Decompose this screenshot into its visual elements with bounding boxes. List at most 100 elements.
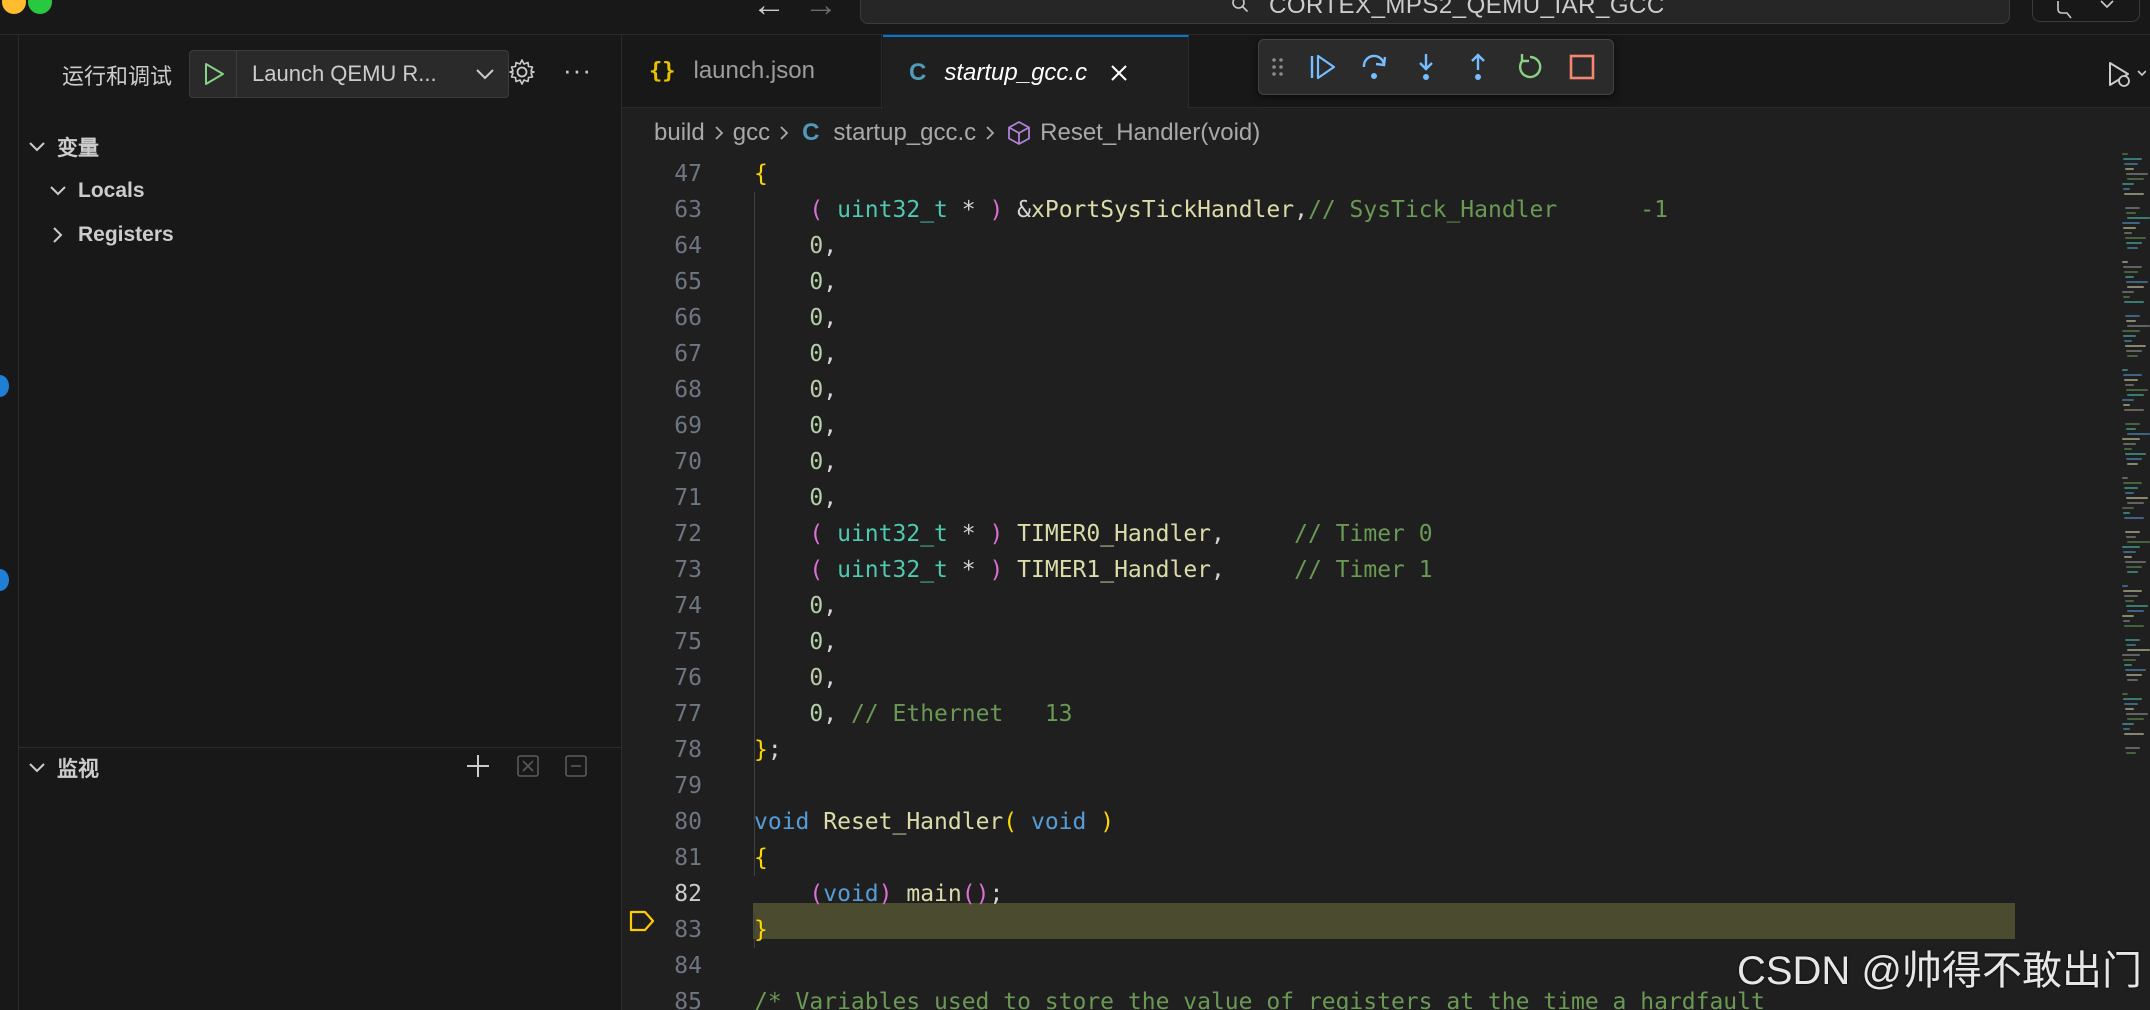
code-line[interactable]: 77 0, // Ethernet 13 [622, 696, 2122, 732]
add-expression-icon[interactable] [465, 753, 491, 779]
run-debug-action-icon[interactable] [2106, 57, 2146, 91]
line-text: 0, [754, 300, 837, 336]
chat-button[interactable] [2032, 0, 2140, 22]
code-line[interactable]: 72 ( uint32_t * ) TIMER0_Handler, // Tim… [622, 516, 2122, 552]
refresh-disabled-icon[interactable] [515, 753, 541, 779]
code-line[interactable]: 75 0, [622, 624, 2122, 660]
code-line[interactable]: 73 ( uint32_t * ) TIMER1_Handler, // Tim… [622, 552, 2122, 588]
code-line[interactable]: 82 (void) main(); [622, 876, 2122, 912]
code-token: * [947, 557, 990, 583]
code-line[interactable]: 65 0, [622, 264, 2122, 300]
code-token: , [823, 233, 838, 259]
code-line[interactable]: 78}; [622, 732, 2122, 768]
gear-icon[interactable] [507, 57, 537, 87]
minimap-line [2125, 708, 2134, 710]
breadcrumb-folder[interactable]: gcc [733, 119, 770, 147]
command-center-search[interactable]: CORTEX_MPS2_QEMU_IAR_GCC [860, 0, 2010, 24]
minimize-window-button[interactable] [2, 0, 26, 14]
minimap-line [2122, 369, 2128, 371]
line-number: 75 [674, 629, 702, 655]
close-icon[interactable] [1109, 63, 1129, 83]
minimap-line [2122, 477, 2128, 479]
code-line[interactable]: 64 0, [622, 228, 2122, 264]
minimap-line [2126, 566, 2142, 568]
forward-arrow-icon[interactable]: → [804, 0, 838, 22]
code-editor[interactable]: 47 {63 ( uint32_t * ) &xPortSysTickHandle… [622, 156, 2150, 1010]
activity-bar [0, 35, 19, 1010]
minimap-line [2122, 654, 2140, 656]
minimap-line [2127, 217, 2150, 219]
minimap-line [2123, 620, 2130, 622]
tab-startup-gcc-c[interactable]: C startup_gcc.c [883, 35, 1189, 108]
continue-icon[interactable] [1307, 52, 1337, 82]
code-token: , [823, 665, 838, 691]
minimap-line [2124, 271, 2138, 273]
code-line[interactable]: 74 0, [622, 588, 2122, 624]
stop-icon[interactable] [1567, 52, 1597, 82]
start-debugging-button[interactable] [190, 51, 237, 97]
line-text: { [754, 156, 768, 192]
activity-badge-icon[interactable] [0, 375, 9, 397]
minimap-line [2125, 639, 2140, 641]
minimap-line [2123, 590, 2142, 592]
breadcrumb-file[interactable]: startup_gcc.c [833, 119, 976, 147]
code-line[interactable]: 79 [622, 768, 2122, 804]
tab-launch-json[interactable]: {} launch.json [622, 35, 882, 107]
code-line[interactable]: 66 0, [622, 300, 2122, 336]
minimap-line [2125, 531, 2140, 533]
minimap-line [2124, 379, 2138, 381]
code-line[interactable]: 71 0, [622, 480, 2122, 516]
minimap-line [2124, 193, 2144, 195]
minimap-line [2126, 389, 2148, 391]
code-token: ) [989, 557, 1004, 583]
code-line[interactable]: 69 0, [622, 408, 2122, 444]
code-line[interactable]: 47 { [622, 156, 2122, 192]
more-actions-icon[interactable]: ··· [563, 55, 592, 86]
tree-item-locals[interactable]: Locals [48, 171, 145, 211]
minimap-line [2122, 507, 2134, 509]
minimap-line [2126, 497, 2148, 499]
restart-icon[interactable] [1515, 52, 1545, 82]
code-line[interactable]: 63 ( uint32_t * ) &xPortSysTickHandler,/… [622, 192, 2122, 228]
code-token: () [961, 881, 990, 907]
code-line[interactable]: 80 void Reset_Handler( void ) [622, 804, 2122, 840]
code-line[interactable]: 81 { [622, 840, 2122, 876]
minimap-line [2126, 281, 2148, 283]
launch-config-select[interactable]: Launch QEMU R... [189, 50, 509, 98]
step-out-icon[interactable] [1463, 52, 1493, 82]
tab-label: startup_gcc.c [944, 58, 1088, 86]
line-number: 77 [674, 701, 702, 727]
line-number: 83 [674, 917, 702, 943]
drag-handle-icon[interactable] [1269, 52, 1287, 82]
breadcrumb-symbol[interactable]: Reset_Handler(void) [1040, 119, 1260, 147]
code-line[interactable]: 76 0, [622, 660, 2122, 696]
maximize-window-button[interactable] [28, 0, 52, 14]
code-token: } [754, 917, 768, 943]
minimap-line [2127, 718, 2144, 720]
code-line[interactable]: 70 0, [622, 444, 2122, 480]
breadcrumb-folder[interactable]: build [654, 119, 705, 147]
step-over-icon[interactable] [1359, 52, 1389, 82]
watch-section-header[interactable]: 监视 [27, 748, 99, 788]
step-into-icon[interactable] [1411, 52, 1441, 82]
line-text: 0, [754, 228, 837, 264]
minimap-line [2127, 325, 2150, 327]
code-token: * [947, 197, 990, 223]
workspace-name: CORTEX_MPS2_QEMU_IAR_GCC [1269, 0, 1665, 19]
activity-badge-icon[interactable] [0, 569, 9, 591]
watermark: CSDN @帅得不敢出门 [1736, 949, 2142, 993]
chevron-right-icon [780, 126, 789, 140]
code-line[interactable]: 68 0, [622, 372, 2122, 408]
minimap[interactable] [2122, 153, 2150, 793]
code-line[interactable]: 67 0, [622, 336, 2122, 372]
tree-item-registers[interactable]: Registers [48, 215, 174, 255]
code-token: ( [809, 197, 824, 223]
variables-section-header[interactable]: 变量 [27, 127, 99, 167]
line-text: 0, [754, 372, 837, 408]
line-number: 74 [674, 593, 702, 619]
collapse-all-icon[interactable] [563, 753, 589, 779]
minimap-line [2123, 443, 2136, 445]
back-arrow-icon[interactable]: ← [752, 0, 786, 22]
